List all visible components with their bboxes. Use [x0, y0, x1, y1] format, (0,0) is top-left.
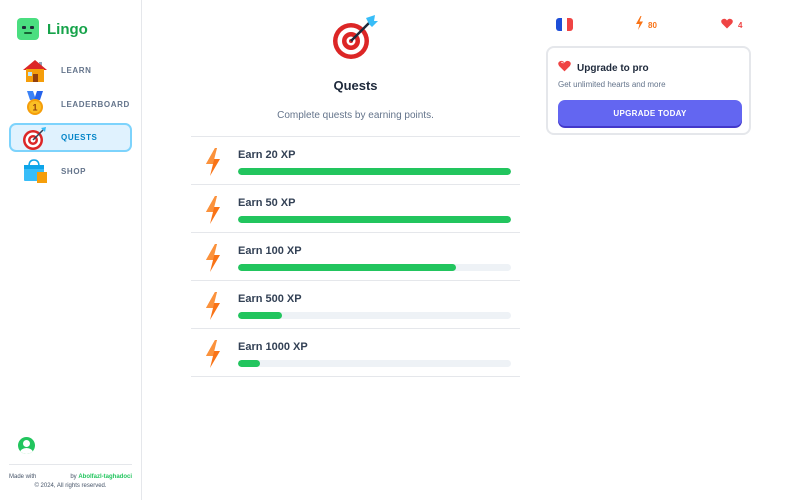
quest-label: Earn 1000 XP	[238, 341, 308, 353]
points-stat[interactable]: 80	[635, 16, 657, 35]
footer-by: by	[70, 474, 77, 480]
target-icon	[21, 125, 49, 151]
sidebar-item-label: LEARN	[61, 66, 92, 75]
lightning-bolt-icon	[635, 16, 644, 35]
upgrade-today-button[interactable]: UPGRADE TODAY	[558, 100, 742, 126]
brand-name: Lingo	[47, 20, 88, 38]
house-icon	[21, 58, 49, 84]
hearts-value: 4	[738, 20, 743, 30]
target-icon	[331, 15, 379, 61]
quest-label: Earn 100 XP	[238, 245, 302, 257]
quest-label: Earn 50 XP	[238, 197, 296, 209]
quest-item: Earn 50 XP	[191, 185, 520, 233]
page-subtitle: Complete quests by earning points.	[277, 110, 434, 121]
sidebar-footer: Made with by Abolfazl-taghadoci © 2024, …	[9, 464, 132, 489]
france-flag-icon[interactable]	[556, 18, 573, 31]
shopping-bag-icon	[21, 158, 49, 184]
quest-progress-bar	[238, 312, 511, 319]
sidebar-item-learn[interactable]: LEARN	[9, 56, 132, 85]
footer-author-link[interactable]: Abolfazl-taghadoci	[78, 474, 132, 480]
app-root: Lingo LEARN 1 LEADERBOARD QUESTS SHOP Ma…	[0, 0, 800, 500]
mascot-logo-icon	[17, 18, 39, 40]
user-stats: 80 4	[546, 16, 751, 34]
medal-icon: 1	[21, 91, 49, 117]
lightning-bolt-icon	[204, 148, 222, 176]
sidebar: Lingo LEARN 1 LEADERBOARD QUESTS SHOP Ma…	[0, 0, 142, 500]
sidebar-item-label: SHOP	[61, 166, 87, 176]
quest-item: Earn 20 XP	[191, 137, 520, 185]
quest-label: Earn 20 XP	[238, 149, 296, 161]
quest-item: Earn 1000 XP	[191, 329, 520, 377]
promo-title: Upgrade to pro	[577, 62, 649, 74]
svg-text:1: 1	[32, 103, 37, 113]
brand-logo-link[interactable]: Lingo	[17, 18, 88, 40]
lightning-bolt-icon	[204, 244, 222, 272]
quest-label: Earn 500 XP	[238, 293, 302, 305]
quest-item: Earn 100 XP	[191, 233, 520, 281]
hearts-stat[interactable]: 4	[721, 16, 742, 34]
sidebar-nav: LEARN 1 LEADERBOARD QUESTS SHOP	[9, 56, 132, 190]
lightning-bolt-icon	[204, 196, 222, 224]
heart-icon	[721, 16, 733, 34]
page-title: Quests	[333, 78, 378, 93]
sidebar-item-label: QUESTS	[61, 133, 98, 142]
footer-copyright: © 2024, All rights reserved.	[34, 483, 107, 489]
footer-made-with: Made with	[9, 474, 37, 480]
sidebar-item-leaderboard[interactable]: 1 LEADERBOARD	[9, 90, 132, 119]
sidebar-item-quests[interactable]: QUESTS	[9, 123, 132, 152]
quest-progress-bar	[238, 168, 511, 175]
quest-item: Earn 500 XP	[191, 281, 520, 329]
heart-icon	[558, 59, 571, 77]
sidebar-item-label: LEADERBOARD	[61, 99, 130, 109]
lightning-bolt-icon	[204, 292, 222, 320]
quest-progress-bar	[238, 360, 511, 367]
quest-list: Earn 20 XP Earn 50 XP Earn 100 XP Earn 5…	[191, 136, 520, 377]
quest-progress-bar	[238, 216, 511, 223]
promo-text: Get unlimited hearts and more	[558, 80, 666, 89]
user-avatar[interactable]	[18, 437, 35, 454]
points-value: 80	[648, 21, 657, 30]
quests-main: Quests Complete quests by earning points…	[191, 0, 520, 500]
upgrade-promo-card: Upgrade to pro Get unlimited hearts and …	[546, 46, 751, 135]
sidebar-item-shop[interactable]: SHOP	[9, 157, 132, 186]
quest-progress-bar	[238, 264, 511, 271]
lightning-bolt-icon	[204, 340, 222, 368]
